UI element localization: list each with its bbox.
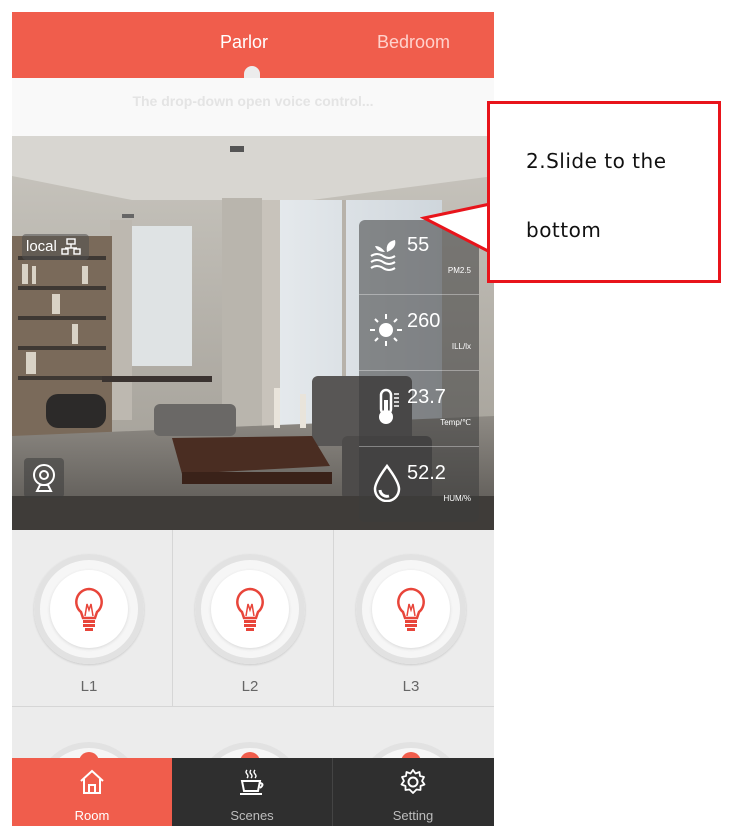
sensor-panel: 55 PM2.5 260 ILL/lx 23.7 Temp/℃ 52.2 HUM…: [359, 220, 479, 522]
network-icon: [61, 238, 81, 255]
pm25-unit: PM2.5: [447, 266, 471, 275]
room-tab-bar: Parlor Bedroom: [12, 12, 494, 78]
illuminance-value: 260: [407, 310, 441, 332]
camera-icon: [33, 464, 55, 492]
light-cell-l3: L3: [334, 530, 494, 707]
humidity-drop-icon: [373, 463, 401, 502]
tab-bedroom[interactable]: Bedroom: [377, 32, 450, 53]
tab-parlor[interactable]: Parlor: [220, 32, 268, 53]
connection-label: local: [26, 238, 57, 255]
light-label-l2: L2: [241, 678, 259, 695]
nav-scenes[interactable]: Scenes: [172, 758, 333, 826]
connection-badge[interactable]: local: [22, 234, 89, 260]
light-label-l3: L3: [402, 678, 420, 695]
sensor-temperature: 23.7 Temp/℃: [359, 372, 479, 447]
callout-line-1: 2.Slide to the: [526, 149, 667, 173]
nav-scenes-label: Scenes: [230, 808, 274, 823]
instruction-callout: 2.Slide to the bottom: [487, 101, 721, 283]
callout-pointer: [420, 202, 492, 255]
thermometer-icon: [379, 388, 399, 424]
room-photo: local 55 PM2.5 260 ILL/lx 23.7 Temp/℃ 52…: [12, 136, 494, 530]
gear-icon: [400, 769, 426, 794]
temperature-value: 23.7: [407, 386, 446, 408]
app-screen: Parlor Bedroom The drop-down open voice …: [12, 12, 494, 826]
bulb-icon: [397, 587, 425, 631]
nav-room[interactable]: Room: [12, 758, 172, 826]
temperature-unit: Temp/℃: [440, 418, 471, 427]
humidity-unit: HUM/%: [443, 494, 471, 503]
light-cell-l2: L2: [173, 530, 334, 707]
nav-setting-label: Setting: [392, 808, 434, 823]
voice-control-hint: The drop-down open voice control...: [12, 78, 494, 136]
active-tab-indicator: [244, 66, 260, 78]
nav-setting[interactable]: Setting: [333, 758, 493, 826]
light-toggle-l1[interactable]: [34, 554, 144, 664]
light-label-l1: L1: [80, 678, 98, 695]
sensor-illuminance: 260 ILL/lx: [359, 296, 479, 371]
light-cell-l1: L1: [12, 530, 173, 707]
camera-button[interactable]: [24, 458, 64, 498]
bulb-icon: [75, 587, 103, 631]
home-icon: [80, 769, 104, 794]
air-quality-icon: [370, 240, 396, 271]
bottom-nav: Room Scenes Setting: [12, 758, 494, 826]
light-grid: L1 L2 L3: [12, 530, 494, 770]
nav-room-label: Room: [74, 808, 110, 823]
callout-line-2: bottom: [526, 218, 602, 242]
sun-icon: [370, 314, 402, 346]
bulb-icon: [236, 587, 264, 631]
light-toggle-l2[interactable]: [195, 554, 305, 664]
illuminance-unit: ILL/lx: [451, 342, 471, 351]
light-toggle-l3[interactable]: [356, 554, 466, 664]
humidity-value: 52.2: [407, 462, 446, 484]
coffee-cup-icon: [240, 769, 264, 795]
sensor-humidity: 52.2 HUM/%: [359, 448, 479, 522]
